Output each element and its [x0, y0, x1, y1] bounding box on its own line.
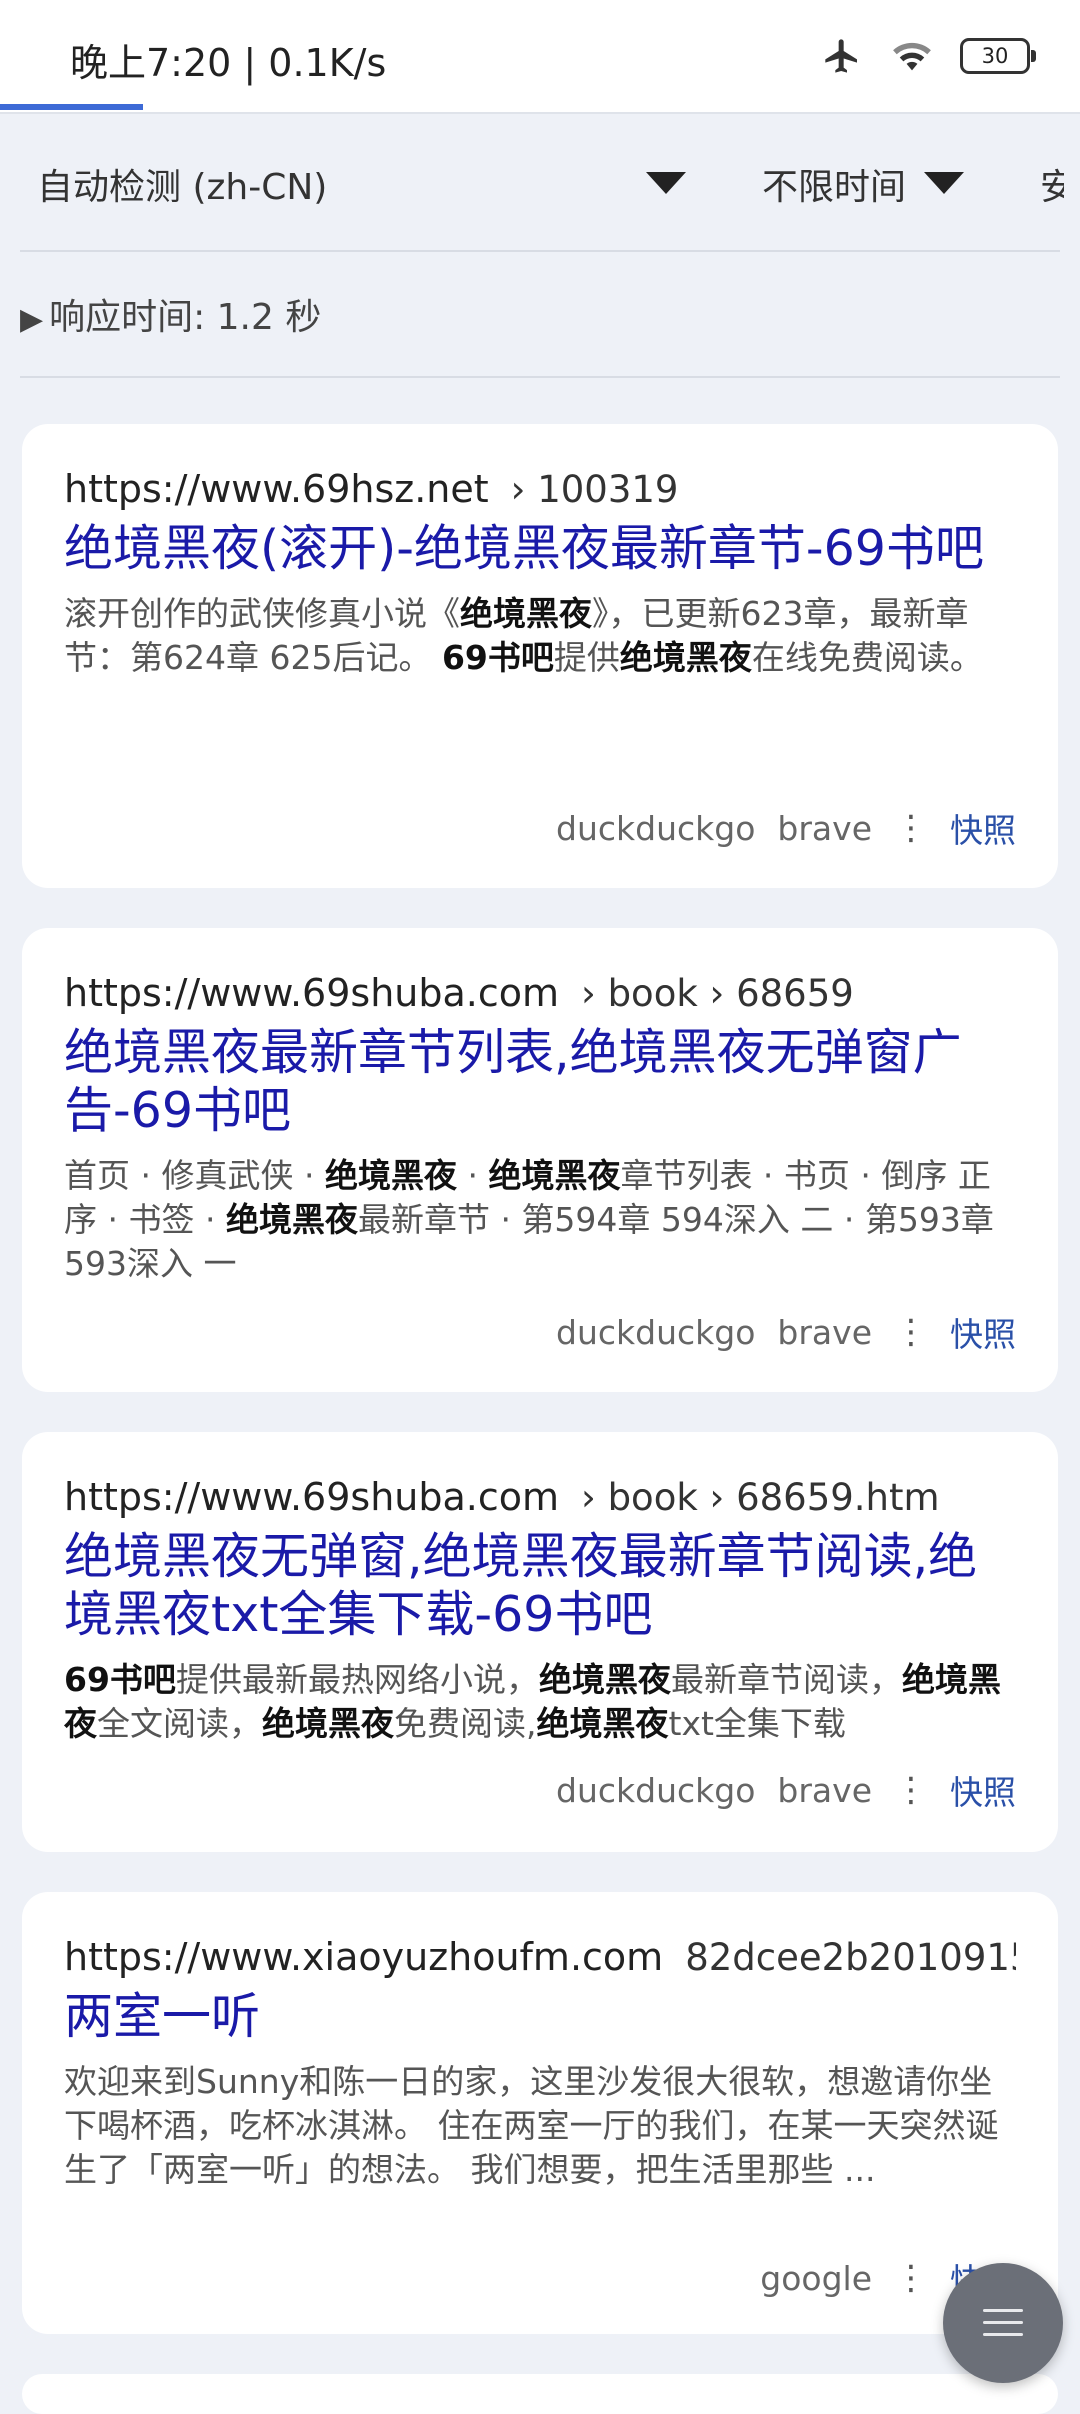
result-snippet: 69书吧提供最新最热网络小说，绝境黑夜最新章节阅读，绝境黑夜全文阅读，绝境黑夜免… — [64, 1658, 1016, 1746]
battery-icon: 30 — [960, 38, 1036, 74]
extra-filter-clipped[interactable]: 安 — [1040, 158, 1064, 210]
result-url[interactable]: https://www.69hsz.net › 100319 — [64, 464, 1016, 514]
snippet-text: 全文阅读， — [97, 1704, 262, 1743]
result-card: https://www.xiaoyuzhoufm.com 82dcee2b2010… — [22, 1892, 1058, 2334]
snippet-highlight: 绝境黑夜 — [536, 1704, 669, 1743]
result-url[interactable]: https://www.69shuba.com › book › 68659 — [64, 968, 1016, 1018]
language-dropdown-icon[interactable] — [646, 172, 686, 194]
result-url[interactable]: https://www.xiaoyuzhoufm.com 82dcee2b2010… — [64, 1932, 1016, 1982]
snapshot-link[interactable]: 快照 — [950, 1308, 1016, 1356]
result-card: https://www.69shuba.com › book › 68659 绝境… — [22, 928, 1058, 1392]
more-options-icon[interactable]: ⋮ — [894, 1773, 928, 1807]
result-card: https://www.69hsz.net › 100319 绝境黑夜(滚开)-绝… — [22, 424, 1058, 888]
snippet-text: 欢迎来到Sunny和陈一日的家，这里沙发很大很软，想邀请你坐下喝杯酒，吃杯冰淇淋… — [64, 2062, 999, 2189]
snippet-text: txt全集下载 — [668, 1704, 846, 1743]
status-icons: 30 — [820, 36, 1036, 76]
engine-label: duckduckgo — [556, 1312, 756, 1352]
snippet-text: · — [456, 1156, 489, 1195]
response-time-text: 响应时间: 1.2 秒 — [49, 297, 322, 338]
page-load-progress — [0, 104, 143, 110]
response-time-toggle[interactable]: ▶ 响应时间: 1.2 秒 — [20, 288, 321, 340]
snippet-text: 免费阅读, — [394, 1704, 537, 1743]
engine-label: duckduckgo — [556, 808, 756, 848]
snippet-highlight: 绝境黑夜 — [225, 1200, 358, 1239]
result-title[interactable]: 绝境黑夜无弹窗,绝境黑夜最新章节阅读,绝境黑夜txt全集下载-69书吧 — [64, 1528, 1016, 1644]
menu-icon — [983, 2309, 1023, 2336]
engine-label: brave — [777, 1770, 872, 1810]
snapshot-link[interactable]: 快照 — [950, 1766, 1016, 1814]
snippet-highlight: 绝境黑夜 — [262, 1704, 394, 1743]
engine-label: google — [760, 2258, 872, 2298]
result-snippet: 滚开创作的武侠修真小说《绝境黑夜》，已更新623章，最新章节：第624章 625… — [64, 592, 1016, 680]
result-card-partial — [22, 2374, 1058, 2414]
divider — [20, 376, 1060, 378]
result-meta: duckduckgo brave ⋮ 快照 — [556, 804, 1016, 852]
snippet-highlight: 绝境黑夜 — [619, 638, 752, 677]
snippet-highlight: 绝境黑夜 — [324, 1156, 457, 1195]
more-options-icon[interactable]: ⋮ — [894, 811, 928, 845]
snippet-highlight: 绝境黑夜 — [538, 1660, 671, 1699]
result-title[interactable]: 绝境黑夜最新章节列表,绝境黑夜无弹窗广告-69书吧 — [64, 1024, 1016, 1140]
result-snippet: 首页 · 修真武侠 · 绝境黑夜 · 绝境黑夜章节列表 · 书页 · 倒序 正序… — [64, 1154, 1016, 1286]
engine-label: brave — [777, 808, 872, 848]
result-url[interactable]: https://www.69shuba.com › book › 68659.ht… — [64, 1472, 1016, 1522]
time-range-select[interactable]: 不限时间 — [762, 158, 906, 210]
more-options-icon[interactable]: ⋮ — [894, 1315, 928, 1349]
snippet-highlight: 69书吧 — [64, 1660, 176, 1699]
snippet-text: 提供最新最热网络小说， — [175, 1660, 539, 1699]
wifi-icon — [890, 38, 934, 74]
expand-triangle-icon: ▶ — [20, 302, 44, 337]
time-range-dropdown-icon[interactable] — [924, 172, 964, 194]
snippet-text: 滚开创作的武侠修真小说《 — [64, 594, 460, 633]
result-meta: duckduckgo brave ⋮ 快照 — [556, 1766, 1016, 1814]
snapshot-link[interactable]: 快照 — [950, 804, 1016, 852]
status-time: 晚上7:20 | 0.1K/s — [70, 41, 387, 85]
status-bar: 晚上7:20 | 0.1K/s 30 — [0, 0, 1080, 114]
result-meta: duckduckgo brave ⋮ 快照 — [556, 1308, 1016, 1356]
snippet-highlight: 绝境黑夜 — [460, 594, 592, 633]
result-title[interactable]: 两室一听 — [64, 1988, 1016, 2046]
result-card: https://www.69shuba.com › book › 68659.ht… — [22, 1432, 1058, 1852]
engine-label: duckduckgo — [556, 1770, 756, 1810]
snippet-text: 提供 — [553, 638, 620, 677]
result-title[interactable]: 绝境黑夜(滚开)-绝境黑夜最新章节-69书吧 — [64, 520, 1016, 578]
more-options-icon[interactable]: ⋮ — [894, 2261, 928, 2295]
menu-fab[interactable] — [943, 2263, 1063, 2383]
divider — [20, 250, 1060, 252]
airplane-icon — [820, 36, 864, 76]
snippet-highlight: 69书吧 — [441, 638, 554, 677]
engine-label: brave — [777, 1312, 872, 1352]
snippet-highlight: 绝境黑夜 — [488, 1156, 621, 1195]
language-select[interactable]: 自动检测 (zh-CN) — [37, 158, 327, 210]
filter-bar: 自动检测 (zh-CN) 不限时间 安 — [0, 114, 1080, 250]
result-snippet: 欢迎来到Sunny和陈一日的家，这里沙发很大很软，想邀请你坐下喝杯酒，吃杯冰淇淋… — [64, 2060, 1016, 2192]
snippet-text: 在线免费阅读。 — [751, 638, 983, 677]
snippet-text: 首页 · 修真武侠 · — [64, 1156, 325, 1195]
snippet-text: 最新章节阅读， — [670, 1660, 902, 1699]
